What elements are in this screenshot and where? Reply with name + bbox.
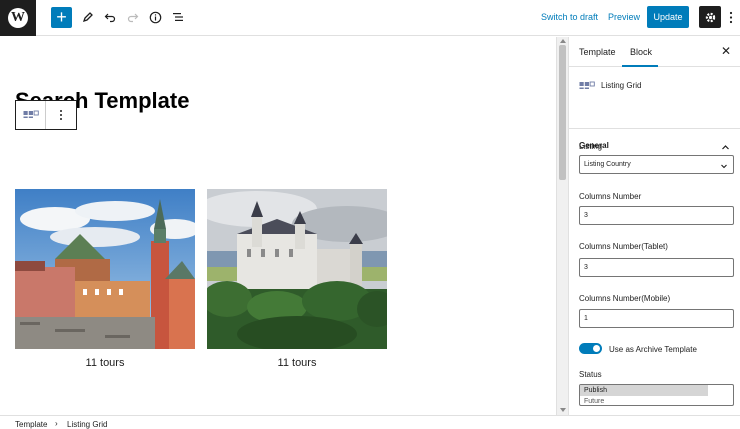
listing-select-value: Listing Country	[584, 161, 631, 168]
list-view-icon[interactable]	[169, 8, 187, 26]
block-name: Listing Grid	[601, 81, 642, 90]
scroll-up-arrow-icon[interactable]	[560, 39, 566, 43]
columns-tablet-input[interactable]: 3	[579, 258, 734, 277]
editor-header: W + Switch to draft Preview Update	[0, 0, 740, 36]
block-options-icon[interactable]	[46, 101, 76, 129]
status-option[interactable]: Publish	[580, 385, 708, 396]
listing-card-caption: 11 tours	[277, 357, 317, 369]
switch-to-draft-button[interactable]: Switch to draft	[541, 12, 598, 22]
archive-template-label: Use as Archive Template	[609, 345, 697, 354]
canvas-scrollbar[interactable]	[556, 37, 568, 415]
listing-card-caption: 11 tours	[85, 357, 125, 369]
editor-canvas[interactable]: Search Template 11 tours 11 tours	[0, 37, 556, 415]
status-listbox[interactable]: Publish Future	[579, 384, 734, 406]
neuschwanstein-castle-photo[interactable]	[207, 189, 387, 349]
tab-block[interactable]: Block	[630, 47, 652, 57]
pencil-icon[interactable]	[79, 8, 97, 26]
close-icon[interactable]: ✕	[721, 44, 731, 58]
columns-mobile-label: Columns Number(Mobile)	[579, 294, 671, 303]
status-option[interactable]: Future	[580, 396, 733, 405]
listing-select[interactable]: Listing Country	[579, 155, 734, 174]
preview-button[interactable]: Preview	[608, 12, 640, 22]
columns-mobile-input[interactable]: 1	[579, 309, 734, 328]
toggle-knob	[593, 345, 600, 352]
add-block-button[interactable]: +	[51, 7, 72, 28]
listing-grid-block-icon	[579, 78, 595, 96]
archive-template-toggle[interactable]	[579, 343, 602, 354]
info-icon[interactable]	[146, 8, 164, 26]
breadcrumb: Template › Listing Grid	[0, 415, 740, 429]
redo-icon	[124, 8, 142, 26]
scrollbar-thumb[interactable]	[559, 45, 566, 180]
status-label: Status	[579, 370, 602, 379]
columns-label: Columns Number	[579, 192, 642, 201]
block-toolbar	[15, 100, 77, 130]
wordpress-logo-icon[interactable]: W	[0, 0, 36, 36]
update-button[interactable]: Update	[647, 6, 689, 28]
columns-tablet-label: Columns Number(Tablet)	[579, 242, 668, 251]
listing-card[interactable]: 11 tours	[207, 189, 387, 369]
more-vertical-icon[interactable]	[727, 10, 735, 26]
breadcrumb-item-listing-grid[interactable]: Listing Grid	[67, 420, 107, 429]
undo-icon[interactable]	[101, 8, 119, 26]
block-card: Listing Grid	[569, 67, 740, 129]
breadcrumb-item-template[interactable]: Template	[15, 420, 47, 429]
gear-icon[interactable]	[699, 6, 721, 28]
sidebar-tabs: Template Block ✕	[569, 37, 740, 67]
chevron-down-icon	[720, 160, 728, 177]
scroll-down-arrow-icon[interactable]	[560, 408, 566, 412]
listing-card[interactable]: 11 tours	[15, 189, 195, 369]
warsaw-castle-square-photo[interactable]	[15, 189, 195, 349]
listing-label: Listing	[579, 142, 603, 151]
wordpress-logo-glyph: W	[8, 8, 28, 28]
tab-template[interactable]: Template	[579, 47, 616, 57]
breadcrumb-separator-icon: ›	[55, 419, 58, 428]
columns-input[interactable]: 3	[579, 206, 734, 225]
settings-sidebar: Template Block ✕ Listing Grid General Li…	[568, 37, 740, 415]
listing-grid-block-icon[interactable]	[16, 101, 46, 129]
